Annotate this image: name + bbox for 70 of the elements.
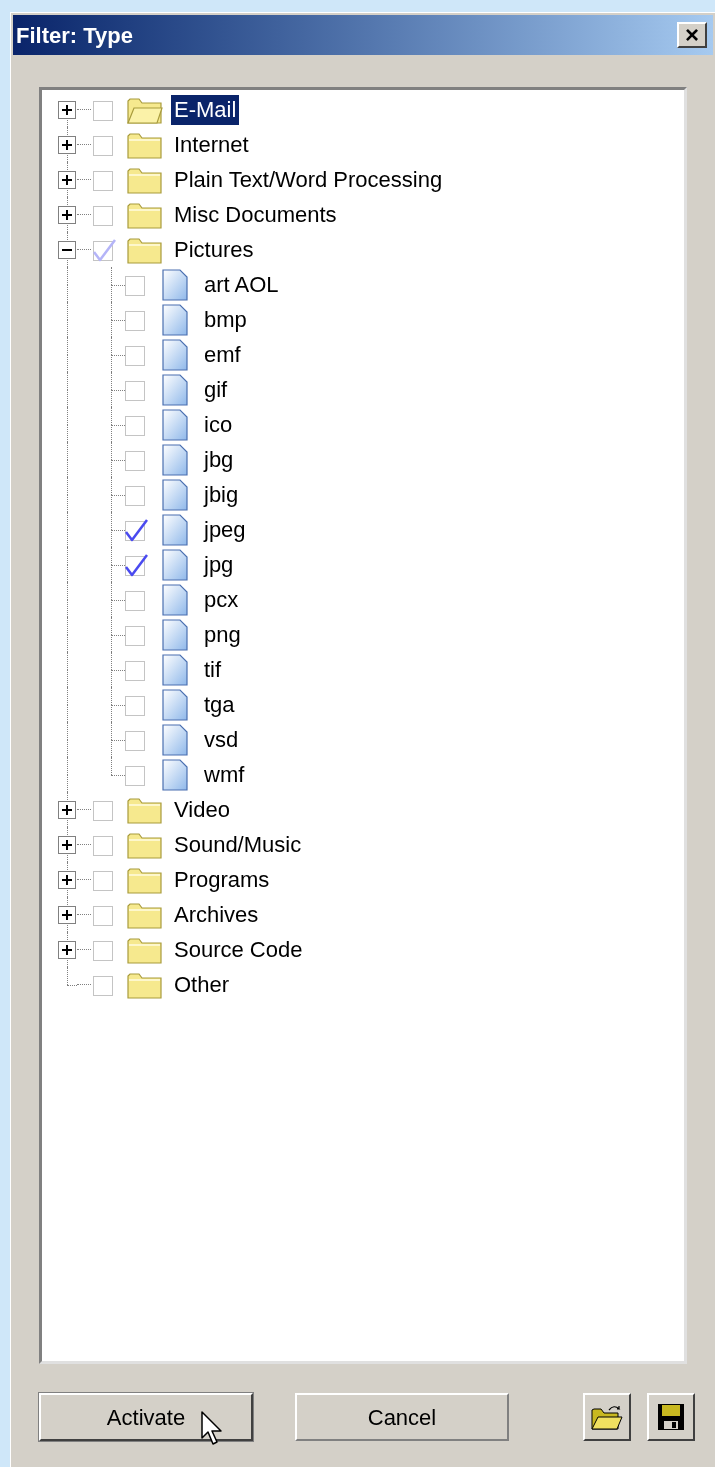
expand-icon[interactable] [58,170,76,189]
folder-icon [127,900,163,929]
document-icon [162,723,188,756]
document-icon [162,303,188,336]
tree-item-label[interactable]: art AOL [204,269,279,300]
expand-icon[interactable] [58,135,76,154]
expand-icon[interactable] [58,100,76,119]
open-folder-icon [127,95,163,124]
document-icon [162,758,188,791]
tree-item-label[interactable]: jpg [204,549,234,580]
tree-item-label[interactable]: Internet [171,129,252,160]
tree-item-label[interactable]: Source Code [171,934,306,965]
document-icon [162,583,188,616]
tree-item-label[interactable]: png [204,619,241,650]
expand-icon[interactable] [58,835,76,854]
tree-item-label[interactable]: Plain Text/Word Processing [171,164,446,195]
dialog-button[interactable]: Activate [39,1393,253,1441]
folder-icon [127,200,163,229]
open-folder-icon [591,1404,623,1430]
tree-item-label[interactable]: pcx [204,584,239,615]
document-icon [162,443,188,476]
folder-icon [127,865,163,894]
document-icon [162,373,188,406]
tree-item-label[interactable]: E-Mail [171,94,240,125]
folder-icon [127,970,163,999]
expand-icon[interactable] [58,800,76,819]
document-icon [162,548,188,581]
open-folder-button[interactable] [583,1393,631,1441]
tree-item-label[interactable]: Other [171,969,233,1000]
tree-item-label[interactable]: vsd [204,724,239,755]
document-icon [162,338,188,371]
tree-item-label[interactable]: gif [204,374,228,405]
tree-item-label[interactable]: tga [204,689,235,720]
tree-item-label[interactable]: Video [171,794,233,825]
tree-item-label[interactable]: jbg [204,444,234,475]
document-icon [162,618,188,651]
tree-item-label[interactable]: emf [204,339,241,370]
collapse-icon[interactable] [58,240,76,259]
document-icon [162,478,188,511]
tree-item-label[interactable]: wmf [204,759,245,790]
document-icon [162,653,188,686]
document-icon [162,513,188,546]
tree-item-label[interactable]: Pictures [171,234,257,265]
window-title: Filter: Type [16,21,133,50]
tree-item-label[interactable]: tif [204,654,222,685]
tree-item-label[interactable]: Programs [171,864,273,895]
tree-item-label[interactable]: Sound/Music [171,829,305,860]
document-icon [162,268,188,301]
expand-icon[interactable] [58,205,76,224]
tree-item-label[interactable]: bmp [204,304,247,335]
document-icon [162,408,188,441]
mouse-cursor-icon [201,1411,223,1447]
tree-item-label[interactable]: Misc Documents [171,199,340,230]
folder-icon [127,235,163,264]
folder-icon [127,130,163,159]
tree-item-label[interactable]: ico [204,409,233,440]
close-button[interactable]: × [677,22,707,48]
save-button[interactable] [647,1393,695,1441]
expand-icon[interactable] [58,905,76,924]
tree-item-label[interactable]: jpeg [204,514,246,545]
tree-item-label[interactable]: jbig [204,479,239,510]
dialog-button[interactable]: Cancel [295,1393,509,1441]
expand-icon[interactable] [58,870,76,889]
folder-icon [127,830,163,859]
folder-icon [127,165,163,194]
expand-icon[interactable] [58,940,76,959]
folder-icon [127,935,163,964]
folder-icon [127,795,163,824]
document-icon [162,688,188,721]
tree-item-label[interactable]: Archives [171,899,262,930]
